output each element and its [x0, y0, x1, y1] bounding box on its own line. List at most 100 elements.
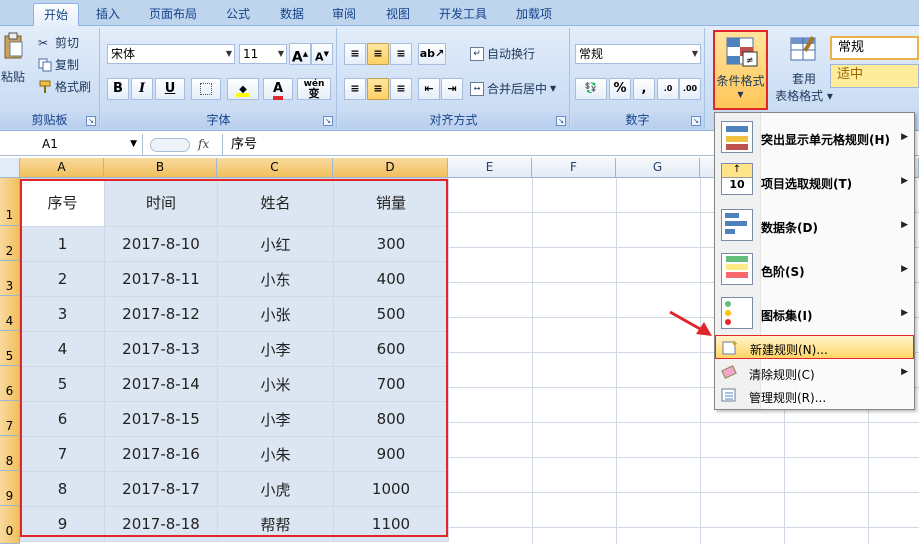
table-cell[interactable]: 2017-8-12 [104, 296, 218, 332]
column-header-a[interactable]: A [20, 158, 104, 178]
table-header-cell[interactable]: 销量 [333, 178, 449, 227]
table-cell[interactable]: 小米 [217, 366, 334, 402]
table-cell[interactable]: 600 [333, 331, 449, 367]
column-header-b[interactable]: B [104, 158, 217, 178]
row-header-6[interactable]: 6 [0, 366, 20, 401]
menu-item-clear-rules[interactable]: 清除规则(C) ▶ [715, 362, 914, 384]
table-cell[interactable]: 小红 [217, 226, 334, 262]
formula-bar-splitter[interactable] [150, 138, 190, 152]
style-normal[interactable]: 常规 [830, 36, 919, 60]
font-size-combo[interactable]: 11 ▼ [239, 44, 287, 64]
align-middle-button[interactable]: ≡ [367, 43, 389, 65]
row-header-5[interactable]: 5 [0, 331, 20, 366]
column-header-f[interactable]: F [532, 158, 616, 178]
table-cell[interactable]: 300 [333, 226, 449, 262]
menu-item-data-bars[interactable]: 数据条(D) ▶ [715, 205, 914, 245]
orientation-button[interactable]: ab↗ [418, 43, 446, 65]
table-cell[interactable]: 小东 [217, 261, 334, 297]
menu-item-manage-rules[interactable]: 管理规则(R)... [715, 385, 914, 407]
align-bottom-button[interactable]: ≡ [390, 43, 412, 65]
table-cell[interactable]: 4 [20, 331, 105, 367]
column-header-g[interactable]: G [616, 158, 700, 178]
select-all-corner[interactable] [0, 158, 20, 178]
table-cell[interactable]: 2017-8-15 [104, 401, 218, 437]
table-cell[interactable]: 400 [333, 261, 449, 297]
row-header-9[interactable]: 9 [0, 471, 20, 506]
table-cell[interactable]: 500 [333, 296, 449, 332]
insert-function-button[interactable]: fx [198, 134, 218, 155]
column-header-d[interactable]: D [333, 158, 448, 178]
menu-item-new-rule[interactable]: ✦ 新建规则(N)... [715, 335, 914, 359]
format-painter-button[interactable]: 格式刷 [38, 78, 91, 95]
align-right-button[interactable]: ≡ [390, 78, 412, 100]
table-cell[interactable]: 5 [20, 366, 105, 402]
table-header-cell[interactable]: 姓名 [217, 178, 334, 227]
font-launcher-icon[interactable]: ↘ [323, 116, 333, 126]
table-cell[interactable]: 2017-8-11 [104, 261, 218, 297]
table-cell[interactable]: 2017-8-17 [104, 471, 218, 507]
tab-insert[interactable]: 插入 [88, 3, 128, 26]
tab-data[interactable]: 数据 [272, 3, 312, 26]
alignment-launcher-icon[interactable]: ↘ [556, 116, 566, 126]
clipboard-launcher-icon[interactable]: ↘ [86, 116, 96, 126]
table-cell[interactable]: 700 [333, 366, 449, 402]
italic-button[interactable]: I [131, 78, 153, 100]
paste-button[interactable]: 粘贴 [0, 32, 26, 102]
align-center-button[interactable]: ≡ [367, 78, 389, 100]
row-header-8[interactable]: 8 [0, 436, 20, 471]
table-cell[interactable]: 2017-8-16 [104, 436, 218, 472]
menu-item-highlight-rules[interactable]: 突出显示单元格规则(H) ▶ [715, 117, 914, 157]
tab-developer[interactable]: 开发工具 [432, 3, 494, 26]
table-cell[interactable]: 帮帮 [217, 506, 334, 542]
border-button[interactable] [191, 78, 221, 100]
format-as-table-button[interactable]: 套用 表格格式 ▾ [775, 34, 833, 104]
column-header-e[interactable]: E [448, 158, 532, 178]
tab-page-layout[interactable]: 页面布局 [140, 3, 206, 26]
comma-button[interactable]: , [633, 78, 655, 100]
font-name-combo[interactable]: 宋体 ▼ [107, 44, 235, 64]
menu-item-color-scales[interactable]: 色阶(S) ▶ [715, 249, 914, 289]
table-cell[interactable]: 3 [20, 296, 105, 332]
table-cell[interactable]: 2017-8-10 [104, 226, 218, 262]
align-left-button[interactable]: ≡ [344, 78, 366, 100]
table-cell[interactable]: 小虎 [217, 471, 334, 507]
table-cell[interactable]: 7 [20, 436, 105, 472]
conditional-formatting-button[interactable]: ≠ 条件格式 ▼ [713, 30, 768, 110]
menu-item-icon-sets[interactable]: 图标集(I) ▶ [715, 293, 914, 333]
menu-item-top-bottom-rules[interactable]: ↑ 10 项目选取规则(T) ▶ [715, 161, 914, 201]
table-cell[interactable]: 2017-8-18 [104, 506, 218, 542]
align-top-button[interactable]: ≡ [344, 43, 366, 65]
name-box[interactable]: A1 ▼ [0, 134, 143, 155]
row-header-10[interactable]: 0 [0, 506, 20, 544]
table-cell[interactable]: 2017-8-13 [104, 331, 218, 367]
table-cell[interactable]: 900 [333, 436, 449, 472]
grow-font-button[interactable]: A▲ [289, 43, 311, 66]
table-cell[interactable]: 2 [20, 261, 105, 297]
merge-center-button[interactable]: ↔ 合并后居中 ▼ [470, 80, 556, 97]
cut-button[interactable]: ✂ 剪切 [38, 34, 79, 51]
table-cell[interactable]: 800 [333, 401, 449, 437]
table-cell[interactable]: 小李 [217, 331, 334, 367]
table-cell[interactable]: 6 [20, 401, 105, 437]
table-cell[interactable]: 9 [20, 506, 105, 542]
table-cell[interactable]: 1 [20, 226, 105, 262]
increase-indent-button[interactable]: ⇥ [441, 78, 463, 100]
phonetic-button[interactable]: wén 变 [297, 78, 331, 100]
table-cell[interactable]: 2017-8-14 [104, 366, 218, 402]
shrink-font-button[interactable]: A▼ [311, 43, 333, 65]
tab-addins[interactable]: 加载项 [508, 3, 560, 26]
row-header-2[interactable]: 2 [0, 226, 20, 261]
tab-home[interactable]: 开始 [33, 3, 79, 27]
table-cell[interactable]: 小朱 [217, 436, 334, 472]
number-format-combo[interactable]: 常规 ▼ [575, 44, 701, 64]
row-header-1[interactable]: 1 [0, 178, 20, 226]
fill-color-button[interactable]: ◆ [227, 78, 259, 100]
percent-button[interactable]: % [609, 78, 631, 100]
underline-button[interactable]: U [155, 78, 185, 100]
table-cell[interactable]: 小张 [217, 296, 334, 332]
row-header-7[interactable]: 7 [0, 401, 20, 436]
tab-review[interactable]: 审阅 [324, 3, 364, 26]
table-cell[interactable]: 1100 [333, 506, 449, 542]
tab-formulas[interactable]: 公式 [218, 3, 258, 26]
font-color-button[interactable]: A [263, 78, 293, 100]
